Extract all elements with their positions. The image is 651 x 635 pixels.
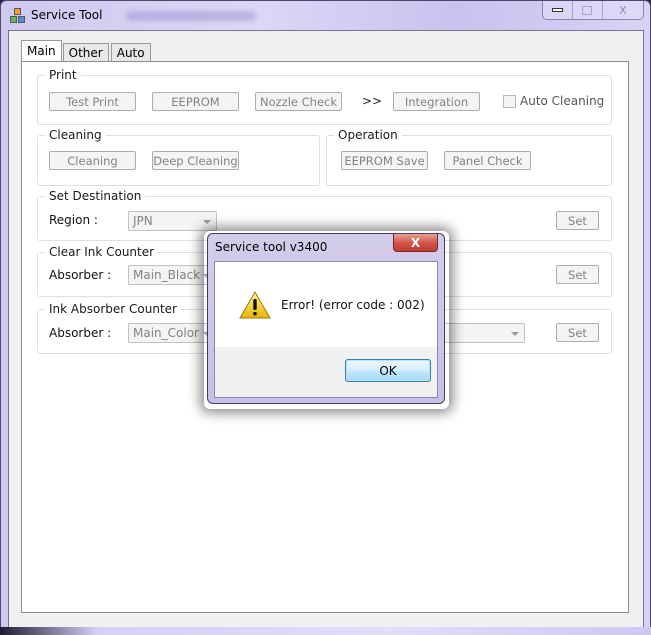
operation-group-label: Operation [334, 128, 402, 142]
title-bar[interactable]: Service Tool X [1, 1, 650, 31]
print-group-label: Print [45, 68, 81, 82]
dialog-content: Error! (error code : 002) [215, 262, 437, 347]
minimize-button[interactable] [543, 1, 573, 19]
operation-group: Operation EEPROM Save Panel Check [326, 128, 612, 186]
eeprom-button[interactable]: EEPROM [152, 92, 239, 111]
close-button[interactable]: X [603, 1, 643, 19]
integration-button[interactable]: Integration [393, 92, 480, 111]
dialog-body: Error! (error code : 002) OK [214, 261, 438, 398]
tab-auto[interactable]: Auto [110, 43, 151, 62]
cleaning-group: Cleaning Cleaning Deep Cleaning [37, 128, 320, 186]
deep-cleaning-button[interactable]: Deep Cleaning [152, 151, 239, 170]
auto-cleaning-label: Auto Cleaning [520, 94, 605, 108]
dropdown-arrow-icon [511, 332, 519, 336]
ink-absorber-set-button[interactable]: Set [556, 323, 599, 342]
maximize-icon [582, 5, 593, 15]
app-icon [10, 8, 26, 24]
tab-other[interactable]: Other [62, 43, 109, 62]
dialog-title: Service tool v3400 [215, 240, 328, 254]
tab-strip: Main Other Auto [21, 40, 153, 62]
region-label: Region : [49, 213, 98, 227]
close-icon: X [619, 3, 627, 17]
cleaning-group-label: Cleaning [45, 128, 106, 142]
dialog-footer: OK [215, 347, 437, 397]
absorber-label: Absorber : [49, 326, 112, 340]
ink-absorber-counter-label: Ink Absorber Counter [45, 302, 181, 316]
close-icon: X [410, 235, 421, 250]
auto-cleaning-checkbox[interactable]: Auto Cleaning [503, 94, 604, 108]
clear-ink-counter-label: Clear Ink Counter [45, 245, 159, 259]
error-dialog: Service tool v3400 X Error! (error code … [207, 233, 445, 404]
test-print-button[interactable]: Test Print [49, 92, 136, 111]
maximize-button[interactable] [573, 1, 603, 19]
arrow-separator: >> [362, 94, 383, 108]
checkbox-box[interactable] [503, 94, 516, 108]
warning-icon [239, 291, 271, 319]
print-group: Print Test Print EEPROM Nozzle Check >> … [37, 68, 612, 125]
nozzle-check-button[interactable]: Nozzle Check [255, 92, 342, 111]
caption-buttons: X [542, 1, 644, 20]
panel-check-button[interactable]: Panel Check [444, 151, 531, 170]
set-destination-set-button[interactable]: Set [556, 211, 599, 230]
tab-main[interactable]: Main [21, 40, 62, 62]
ink-absorber-value: Main_Color [133, 326, 199, 340]
window-bottom-border [0, 627, 651, 635]
region-select[interactable]: JPN [128, 211, 217, 231]
dialog-close-button[interactable]: X [393, 234, 438, 252]
title-blurred-text [126, 11, 256, 21]
clear-absorber-value: Main_Black [133, 268, 201, 282]
cleaning-button[interactable]: Cleaning [49, 151, 136, 170]
set-destination-label: Set Destination [45, 189, 146, 203]
window-title: Service Tool [31, 8, 103, 22]
ok-button[interactable]: OK [345, 359, 431, 382]
eeprom-save-button[interactable]: EEPROM Save [341, 151, 428, 170]
absorber-label: Absorber : [49, 268, 112, 282]
clear-ink-set-button[interactable]: Set [556, 265, 599, 284]
minimize-icon [551, 8, 563, 12]
dialog-message: Error! (error code : 002) [281, 298, 425, 312]
dropdown-arrow-icon [203, 220, 211, 224]
region-value: JPN [133, 214, 153, 228]
